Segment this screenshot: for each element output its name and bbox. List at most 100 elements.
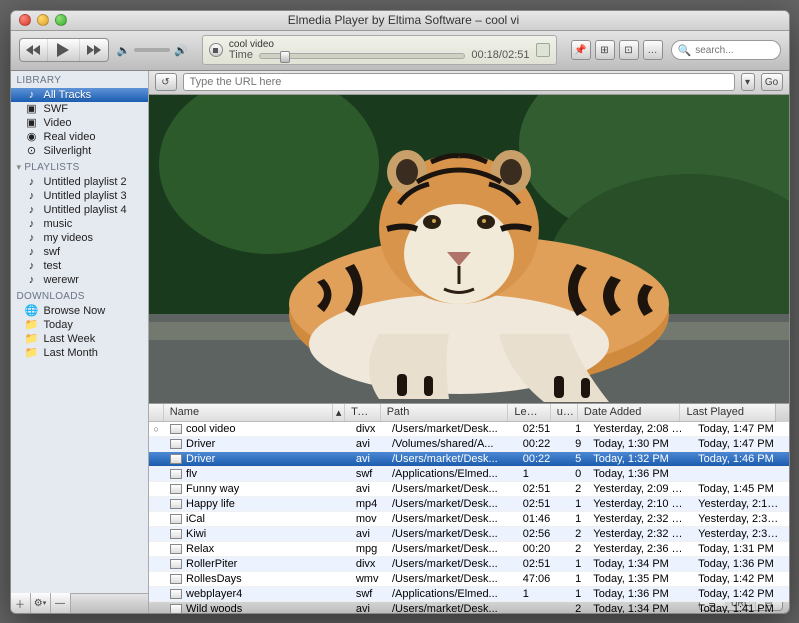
sidebar-item-label: Untitled playlist 3 (44, 190, 127, 202)
sidebar-item[interactable]: ♪All Tracks (11, 88, 148, 102)
sidebar-item-label: Today (44, 319, 73, 331)
sidebar-item-icon: 📁 (25, 347, 39, 359)
stop-button[interactable] (209, 43, 223, 57)
sidebar-item[interactable]: ♪my videos (11, 231, 148, 245)
col-length[interactable]: Length (508, 404, 550, 421)
col-path[interactable]: Path (381, 404, 509, 421)
table-row[interactable]: iCalmov/Users/market/Desk...01:461Yester… (149, 512, 789, 527)
sidebar-item-icon: ◉ (25, 131, 39, 143)
sidebar-header[interactable]: PLAYLISTS (11, 158, 148, 175)
settings-gear-button[interactable]: ⚙▾ (31, 593, 51, 613)
cell-date: Today, 1:32 PM (587, 453, 692, 465)
sidebar-item[interactable]: ♪swf (11, 245, 148, 259)
sidebar-item[interactable]: ◉Real video (11, 130, 148, 144)
pin-button[interactable]: 📌 (571, 40, 591, 60)
sidebar-item[interactable]: ♪werewr (11, 273, 148, 287)
table-row[interactable]: Kiwiavi/Users/market/Desk...02:562Yester… (149, 527, 789, 542)
url-input[interactable] (183, 73, 735, 91)
video-viewport[interactable] (149, 95, 789, 403)
table-row[interactable]: RollesDayswmv/Users/market/Desk...47:061… (149, 572, 789, 587)
prev-button[interactable] (20, 39, 48, 61)
play-button[interactable] (48, 39, 80, 61)
aspect-button[interactable]: ⊞ (595, 40, 615, 60)
go-button[interactable]: Go (761, 73, 783, 91)
cell-date: Yesterday, 2:36 PM (587, 543, 692, 555)
sidebar-item-icon: ♪ (25, 204, 39, 216)
cell-last: Yesterday, 2:32 PM (692, 513, 788, 525)
sidebar-item[interactable]: 📁Last Month (11, 346, 148, 360)
sidebar-item[interactable]: ♪test (11, 259, 148, 273)
col-sort-arrow[interactable]: ▴ (333, 404, 345, 421)
cell-path: /Users/market/Desk... (386, 558, 517, 570)
sidebar-item[interactable]: ♪music (11, 217, 148, 231)
url-dropdown-button[interactable]: ▾ (741, 73, 755, 91)
sidebar-item[interactable]: 🌐Browse Now (11, 304, 148, 318)
sidebar-header: LIBRARY (11, 71, 148, 88)
search-input[interactable] (695, 45, 789, 56)
table-row[interactable]: Driveravi/Volumes/shared/A...00:229Today… (149, 437, 789, 452)
sidebar-item[interactable]: 📁Today (11, 318, 148, 332)
cell-name-text: Driver (186, 438, 215, 450)
table-body[interactable]: ○cool videodivx/Users/market/Desk...02:5… (149, 422, 789, 613)
remove-button[interactable]: — (51, 593, 71, 613)
table-row[interactable]: Happy lifemp4/Users/market/Desk...02:511… (149, 497, 789, 512)
add-playlist-button[interactable]: ＋ (11, 593, 31, 613)
sidebar-item[interactable]: ⊙Silverlight (11, 144, 148, 158)
cell-count: 1 (560, 588, 588, 600)
cell-type: mov (350, 513, 386, 525)
table-row[interactable]: Funny wayavi/Users/market/Desk...02:512Y… (149, 482, 789, 497)
col-unt[interactable]: unt (551, 404, 578, 421)
table-row[interactable]: ○cool videodivx/Users/market/Desk...02:5… (149, 422, 789, 437)
table-row[interactable]: flvswf/Applications/Elmed...10Today, 1:3… (149, 467, 789, 482)
sidebar-item-label: Untitled playlist 2 (44, 176, 127, 188)
cell-name-text: Funny way (186, 483, 239, 495)
cell-name-text: cool video (186, 423, 236, 435)
cell-path: /Users/market/Desk... (386, 528, 517, 540)
col-marker[interactable] (149, 404, 164, 421)
progress-slider[interactable] (259, 53, 465, 59)
titlebar[interactable]: Elmedia Player by Eltima Software – cool… (11, 11, 789, 31)
cell-name-text: Happy life (186, 498, 235, 510)
window-title: Elmedia Player by Eltima Software – cool… (67, 13, 741, 27)
table-row[interactable]: Wild woodsavi/Users/market/Desk...2Today… (149, 602, 789, 613)
col-last[interactable]: Last Played (680, 404, 774, 421)
table-row[interactable]: Relaxmpg/Users/market/Desk...00:202Yeste… (149, 542, 789, 557)
cell-length: 02:51 (517, 498, 560, 510)
cell-name: Driver (164, 453, 338, 465)
table-row[interactable]: RollerPiterdivx/Users/market/Desk...02:5… (149, 557, 789, 572)
cell-last: Today, 1:46 PM (692, 453, 788, 465)
col-name[interactable]: Name (164, 404, 334, 421)
file-icon (170, 499, 182, 509)
cell-type: mp4 (350, 498, 386, 510)
cell-name-text: RollerPiter (186, 558, 237, 570)
next-button[interactable] (80, 39, 108, 61)
cell-length: 02:51 (517, 423, 560, 435)
zoom-window-button[interactable] (55, 14, 67, 26)
sidebar-item[interactable]: ▣SWF (11, 102, 148, 116)
back-button[interactable]: ↺ (155, 73, 177, 91)
search-field[interactable]: 🔍 (671, 40, 781, 60)
cell-count: 1 (560, 558, 588, 570)
table-row[interactable]: Driveravi/Users/market/Desk...00:225Toda… (149, 452, 789, 467)
table-row[interactable]: webplayer4swf/Applications/Elmed...11Tod… (149, 587, 789, 602)
cell-date: Today, 1:35 PM (587, 573, 692, 585)
fit-button[interactable]: ⊡ (619, 40, 639, 60)
close-window-button[interactable] (19, 14, 31, 26)
table-header[interactable]: Name ▴ Type Path Length unt Date Added L… (149, 404, 775, 422)
col-type[interactable]: Type (345, 404, 381, 421)
volume-slider[interactable] (134, 48, 170, 52)
sidebar-item[interactable]: ♪Untitled playlist 3 (11, 189, 148, 203)
col-date[interactable]: Date Added (578, 404, 681, 421)
sidebar-item[interactable]: 📁Last Week (11, 332, 148, 346)
cell-last: Today, 1:41 PM (692, 603, 788, 613)
loop-icon[interactable] (536, 43, 550, 57)
cell-last: Today, 1:31 PM (692, 543, 788, 555)
sidebar-item[interactable]: ♪Untitled playlist 4 (11, 203, 148, 217)
sidebar-item[interactable]: ♪Untitled playlist 2 (11, 175, 148, 189)
minimize-window-button[interactable] (37, 14, 49, 26)
sidebar-item[interactable]: ▣Video (11, 116, 148, 130)
cell-date: Yesterday, 2:32 PM (587, 528, 692, 540)
volume-control[interactable]: 🔈 🔊 (117, 44, 188, 57)
more-button[interactable]: … (643, 40, 663, 60)
cell-name-text: Wild woods (186, 603, 242, 613)
